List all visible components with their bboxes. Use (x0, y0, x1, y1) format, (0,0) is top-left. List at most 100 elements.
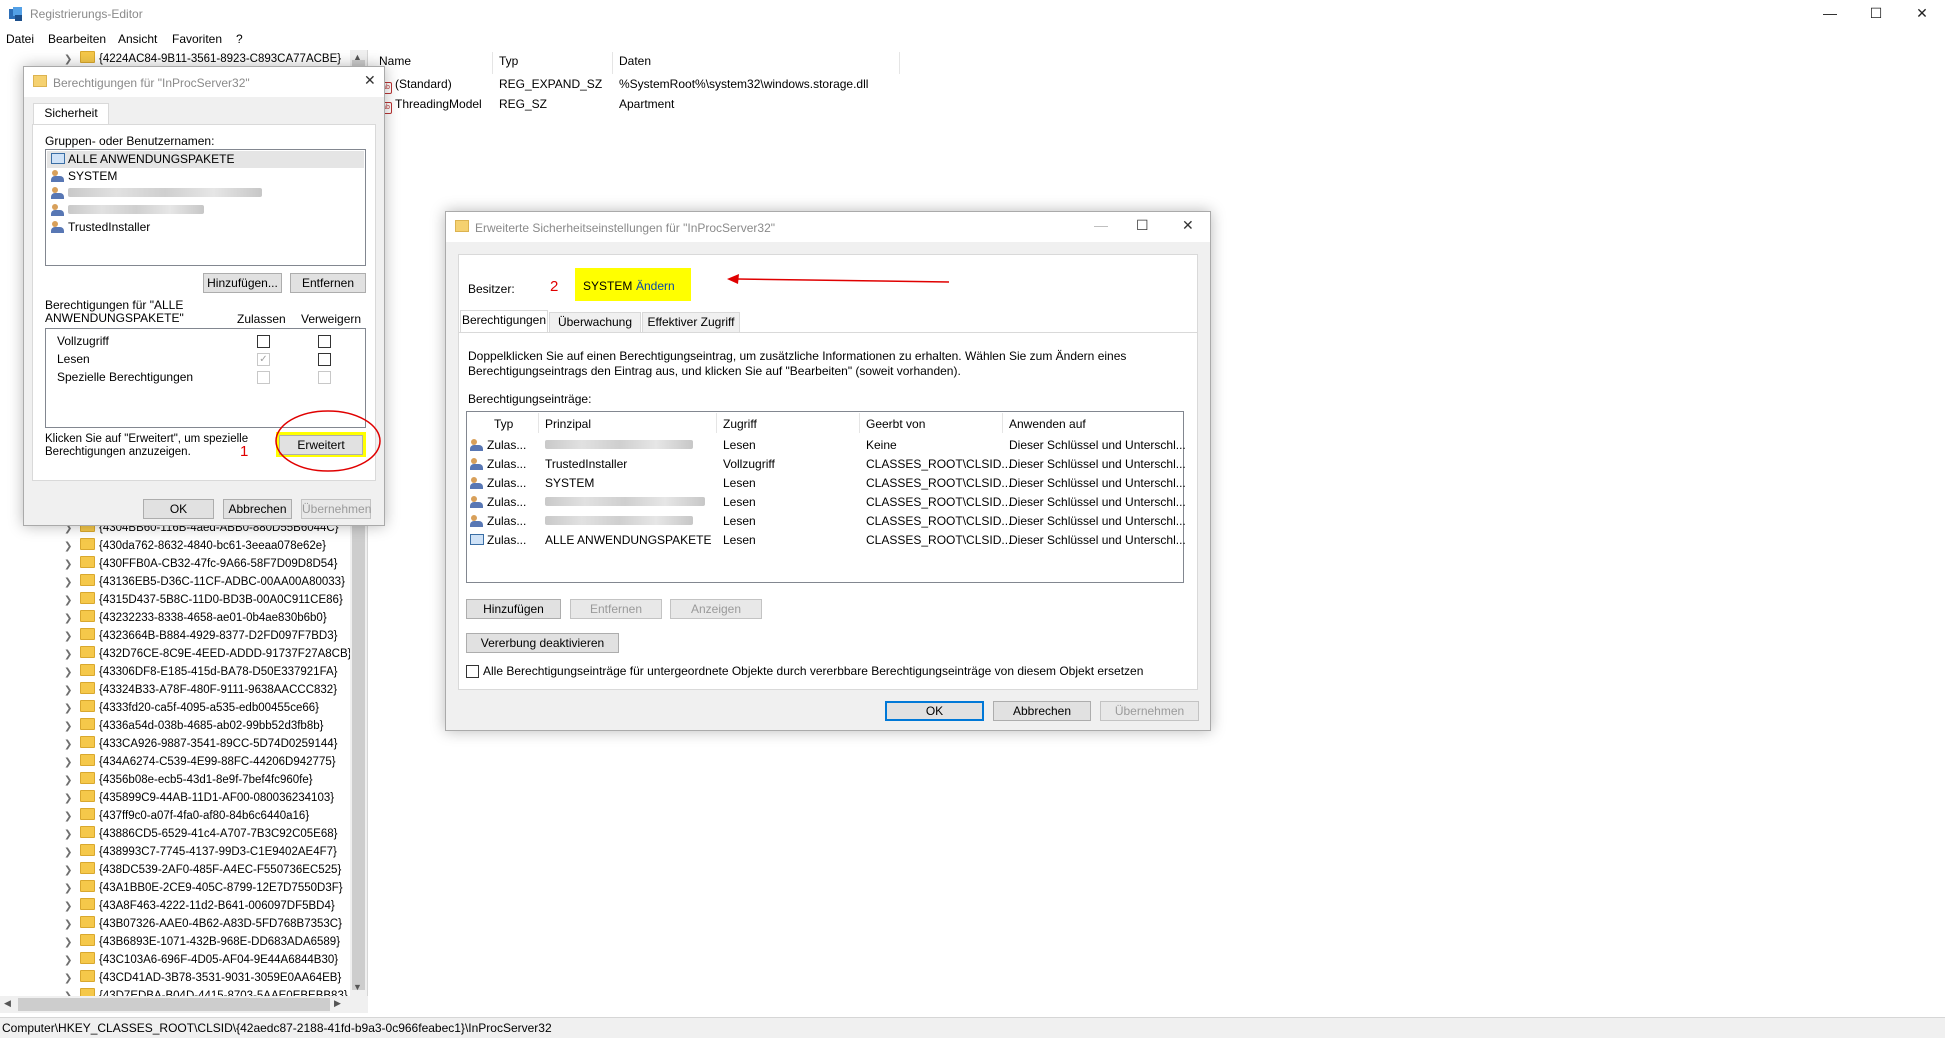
tree-item[interactable]: ❯ {4323664B-B884-4929-8377-D2FD097F7BD3} (64, 627, 352, 645)
tree-item[interactable]: ❯ {437ff9c0-a07f-4fa0-af80-84b6c6440a16} (64, 807, 352, 825)
tree-item[interactable]: ❯ {43886CD5-6529-41c4-A707-7B3C92C05E68} (64, 825, 352, 843)
chevron-right-icon[interactable]: ❯ (64, 592, 76, 610)
col-principal[interactable]: Prinzipal (545, 417, 591, 431)
disable-inheritance-button[interactable]: Vererbung deaktivieren (466, 633, 619, 653)
chevron-right-icon[interactable]: ❯ (64, 664, 76, 682)
permission-entry-row[interactable]: Zulas... ALLE ANWENDUNGSPAKETE Lesen CLASSE… (468, 531, 1186, 550)
tree-item[interactable]: ❯ {438DC539-2AF0-485F-A4EC-F550736EC525} (64, 861, 352, 879)
chevron-right-icon[interactable]: ❯ (64, 898, 76, 916)
chevron-right-icon[interactable]: ❯ (64, 682, 76, 700)
close-icon[interactable]: ✕ (364, 72, 376, 89)
tree-item[interactable]: ❯ {43A8F463-4222-11d2-B641-006097DF5BD4} (64, 897, 352, 915)
maximize-icon[interactable]: ☐ (1853, 0, 1899, 28)
tree-item[interactable]: ❯ {43CD41AD-3B78-3531-9031-3059E0AA64EB} (64, 969, 352, 987)
maximize-icon[interactable]: ☐ (1136, 217, 1149, 234)
permission-entry-row[interactable]: Zulas... Lesen CLASSES_ROOT\CLSID... Dieser… (468, 512, 1186, 531)
chevron-right-icon[interactable]: ❯ (64, 736, 76, 754)
menu-help[interactable]: ? (236, 32, 243, 46)
checkbox-allow-special[interactable] (257, 371, 270, 384)
scroll-down-icon[interactable]: ▼ (353, 982, 362, 992)
chevron-right-icon[interactable]: ❯ (64, 754, 76, 772)
cancel-button[interactable]: Abbrechen (223, 499, 292, 519)
chevron-right-icon[interactable]: ❯ (64, 646, 76, 664)
column-separator[interactable] (716, 413, 717, 433)
column-separator[interactable] (612, 52, 613, 74)
chevron-right-icon[interactable]: ❯ (64, 700, 76, 718)
chevron-right-icon[interactable]: ❯ (64, 952, 76, 970)
tree-item[interactable]: ❯ {43324B33-A78F-480F-9111-9638AACCC832} (64, 681, 352, 699)
close-icon[interactable]: ✕ (1899, 0, 1945, 28)
chevron-right-icon[interactable]: ❯ (64, 556, 76, 574)
ok-button[interactable]: OK (143, 499, 214, 519)
menu-bearbeiten[interactable]: Bearbeiten (48, 32, 106, 46)
tree-item[interactable]: ❯ {43136EB5-D36C-11CF-ADBC-00AA00A80033} (64, 573, 352, 591)
cancel-button[interactable]: Abbrechen (993, 701, 1091, 721)
tab-sicherheit[interactable]: Sicherheit (33, 103, 109, 125)
group-item[interactable] (51, 186, 262, 200)
chevron-right-icon[interactable]: ❯ (64, 772, 76, 790)
tree-item[interactable]: ❯ {432D76CE-8C9E-4EED-ADDD-91737F27A8CB} (64, 645, 352, 663)
chevron-right-icon[interactable]: ❯ (64, 610, 76, 628)
value-row[interactable]: ab (Standard) (380, 74, 452, 94)
column-header-data[interactable]: Daten (619, 54, 651, 68)
tab-auditing[interactable]: Überwachung (549, 312, 641, 332)
add-entry-button[interactable]: Hinzufügen (466, 599, 561, 619)
checkbox-allow-full[interactable] (257, 335, 270, 348)
group-item[interactable]: ALLE ANWENDUNGSPAKETE (51, 152, 235, 166)
col-type[interactable]: Typ (494, 417, 513, 431)
menu-favoriten[interactable]: Favoriten (172, 32, 222, 46)
minimize-icon[interactable]: — (1094, 217, 1108, 233)
column-header-type[interactable]: Typ (499, 54, 518, 68)
replace-child-checkbox[interactable] (466, 665, 479, 678)
column-separator[interactable] (538, 413, 539, 433)
remove-button[interactable]: Entfernen (290, 273, 366, 293)
permission-entry-row[interactable]: Zulas... TrustedInstaller Vollzugriff CLASS… (468, 455, 1186, 474)
minimize-icon[interactable]: — (1807, 0, 1853, 28)
checkbox-deny-read[interactable] (318, 353, 331, 366)
remove-entry-button[interactable]: Entfernen (570, 599, 662, 619)
value-row[interactable]: ab ThreadingModel (380, 94, 482, 114)
scroll-right-icon[interactable]: ▶ (334, 998, 341, 1009)
chevron-right-icon[interactable]: ❯ (64, 844, 76, 862)
column-separator[interactable] (899, 52, 900, 74)
tree-item[interactable]: ❯ {434A6274-C539-4E99-88FC-44206D942775} (64, 753, 352, 771)
tree-item[interactable]: ❯ {4315D437-5B8C-11D0-BD3B-00A0C911CE86} (64, 591, 352, 609)
tree-item[interactable]: ❯ {43B07326-AAE0-4B62-A83D-5FD768B7353C} (64, 915, 352, 933)
ok-button[interactable]: OK (885, 701, 984, 721)
chevron-right-icon[interactable]: ❯ (64, 916, 76, 934)
tree-hscroll-thumb[interactable] (18, 998, 330, 1011)
chevron-right-icon[interactable]: ❯ (64, 970, 76, 988)
tree-item[interactable]: ❯ {4356b08e-ecb5-43d1-8e9f-7bef4fc960fe} (64, 771, 352, 789)
column-separator[interactable] (1002, 413, 1003, 433)
tree-item[interactable]: ❯ {438993C7-7745-4137-99D3-C1E9402AE4F7} (64, 843, 352, 861)
change-owner-link[interactable]: Ändern (636, 279, 675, 293)
apply-button[interactable]: Übernehmen (1100, 701, 1199, 721)
scroll-up-icon[interactable]: ▲ (353, 52, 362, 62)
group-item[interactable] (51, 203, 204, 217)
col-applies[interactable]: Anwenden auf (1009, 417, 1086, 431)
chevron-right-icon[interactable]: ❯ (64, 934, 76, 952)
tree-item[interactable]: ❯ {435899C9-44AB-11D1-AF00-080036234103} (64, 789, 352, 807)
tree-item[interactable]: ❯ {430FFB0A-CB32-47fc-9A66-58F7D09D8D54} (64, 555, 352, 573)
chevron-right-icon[interactable]: ❯ (64, 718, 76, 736)
tree-item[interactable]: ❯ {433CA926-9887-3541-89CC-5D74D0259144} (64, 735, 352, 753)
add-button[interactable]: Hinzufügen... (203, 273, 282, 293)
close-icon[interactable]: ✕ (1182, 217, 1194, 234)
group-item[interactable]: TrustedInstaller (51, 220, 150, 234)
chevron-right-icon[interactable]: ❯ (64, 790, 76, 808)
checkbox-deny-full[interactable] (318, 335, 331, 348)
tree-item[interactable]: ❯ {43232233-8338-4658-ae01-0b4ae830b6b0} (64, 609, 352, 627)
menu-ansicht[interactable]: Ansicht (118, 32, 157, 46)
column-separator[interactable] (492, 52, 493, 74)
apply-button[interactable]: Übernehmen (301, 499, 371, 519)
group-item[interactable]: SYSTEM (51, 169, 117, 183)
chevron-right-icon[interactable]: ❯ (64, 862, 76, 880)
column-separator[interactable] (859, 413, 860, 433)
permission-entry-row[interactable]: Zulas... Lesen CLASSES_ROOT\CLSID... Dieser… (468, 493, 1186, 512)
tree-item[interactable]: ❯ {43306DF8-E185-415d-BA78-D50E337921FA} (64, 663, 352, 681)
col-inherited[interactable]: Geerbt von (866, 417, 925, 431)
chevron-right-icon[interactable]: ❯ (64, 574, 76, 592)
chevron-right-icon[interactable]: ❯ (64, 880, 76, 898)
tree-item[interactable]: ❯ {4333fd20-ca5f-4095-a535-edb00455ce66} (64, 699, 352, 717)
tree-item[interactable]: ❯ {43A1BB0E-2CE9-405C-8799-12E7D7550D3F} (64, 879, 352, 897)
